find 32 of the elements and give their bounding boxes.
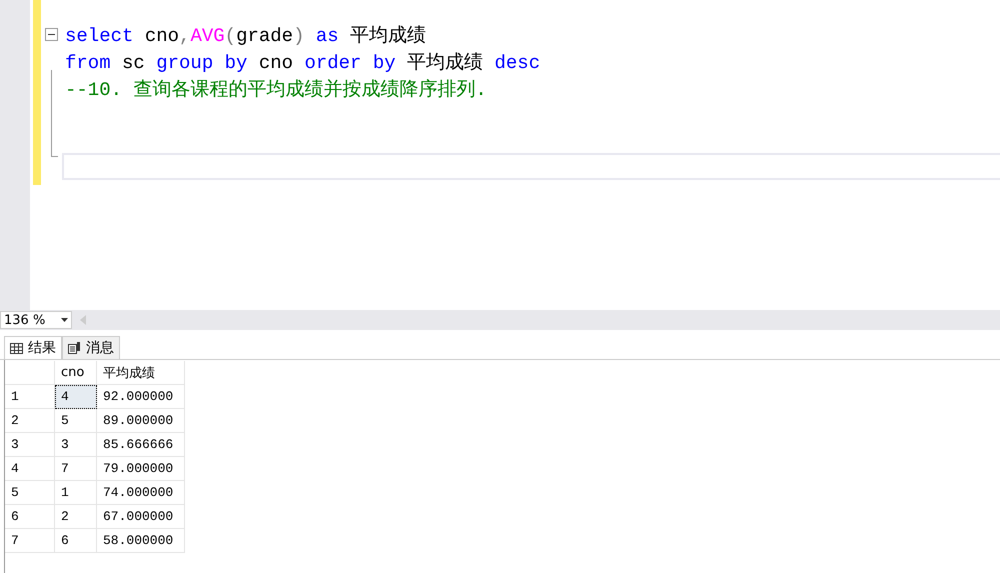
row-number[interactable]: 6	[5, 505, 55, 529]
row-number[interactable]: 4	[5, 457, 55, 481]
row-number[interactable]: 7	[5, 529, 55, 553]
table-cell[interactable]: 89.000000	[97, 409, 185, 433]
table-cell[interactable]: 5	[55, 409, 97, 433]
table-cell[interactable]: 92.000000	[97, 385, 185, 409]
corner-cell	[5, 361, 55, 385]
table-cell[interactable]: 58.000000	[97, 529, 185, 553]
row-number[interactable]: 3	[5, 433, 55, 457]
code-line: --10. 查询各课程的平均成绩并按成绩降序排列.	[65, 78, 487, 102]
grid-icon	[10, 342, 23, 354]
table-cell[interactable]: 67.000000	[97, 505, 185, 529]
code-line: select cno,AVG(grade) as 平均成绩	[65, 24, 426, 48]
document-icon	[68, 342, 81, 354]
table-cell[interactable]: 2	[55, 505, 97, 529]
table-cell[interactable]: 3	[55, 433, 97, 457]
table-cell[interactable]: 74.000000	[97, 481, 185, 505]
table-cell[interactable]: 6	[55, 529, 97, 553]
table-cell[interactable]: 7	[55, 457, 97, 481]
result-tab[interactable]: 结果	[4, 336, 62, 359]
result-tab[interactable]: 消息	[62, 336, 120, 359]
table-cell[interactable]: 85.666666	[97, 433, 185, 457]
code-line: from sc group by cno order by 平均成绩 desc	[65, 50, 540, 74]
row-number[interactable]: 5	[5, 481, 55, 505]
column-header[interactable]: 平均成绩	[97, 361, 185, 385]
zoom-dropdown[interactable]: 136 %	[0, 311, 72, 329]
collapse-icon[interactable]	[45, 28, 58, 41]
table-cell[interactable]: 4	[55, 385, 97, 409]
caret-icon	[61, 318, 68, 322]
row-number[interactable]: 2	[5, 409, 55, 433]
table-cell[interactable]: 1	[55, 481, 97, 505]
table-cell[interactable]: 79.000000	[97, 457, 185, 481]
